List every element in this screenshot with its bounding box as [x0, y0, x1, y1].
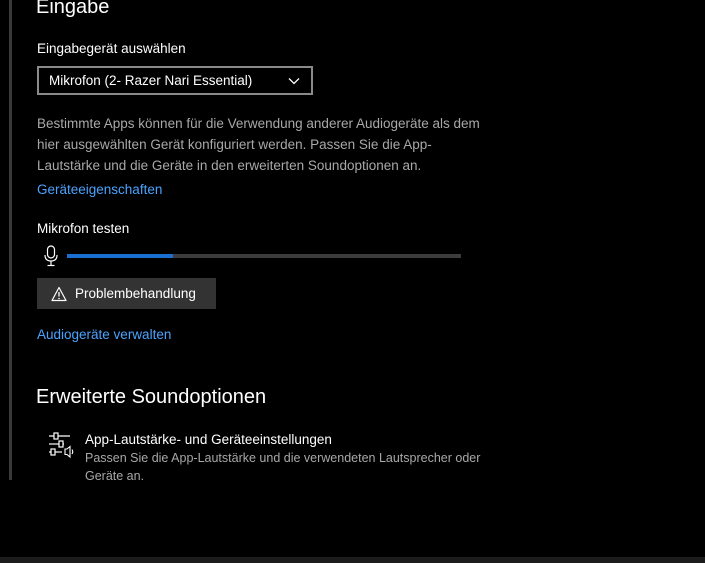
microphone-icon: [44, 245, 58, 267]
input-device-dropdown[interactable]: Mikrofon (2- Razer Nari Essential): [37, 66, 313, 95]
app-volume-title: App-Lautstärke- und Geräteeinstellungen: [85, 432, 332, 447]
troubleshoot-label: Problembehandlung: [75, 286, 196, 301]
app-volume-description: Passen Sie die App-Lautstärke und die ve…: [85, 451, 481, 483]
mixer-icon: [49, 432, 74, 458]
chevron-down-icon: [288, 78, 300, 85]
input-section-heading: Eingabe: [36, 0, 110, 18]
mic-test-label: Mikrofon testen: [37, 221, 130, 236]
warning-icon: [51, 286, 67, 301]
device-select-label: Eingabegerät auswählen: [37, 41, 186, 56]
troubleshoot-button[interactable]: Problembehandlung: [37, 278, 216, 309]
device-properties-link[interactable]: Geräteeigenschaften: [37, 182, 162, 197]
mic-level-meter: [67, 254, 461, 258]
mic-level-fill: [67, 254, 174, 258]
manage-audio-devices-link[interactable]: Audiogeräte verwalten: [37, 327, 171, 342]
advanced-section-heading: Erweiterte Soundoptionen: [36, 386, 267, 408]
sound-settings-window: Eingabe Eingabegerät auswählen Mikrofon …: [0, 0, 705, 563]
input-device-value: Mikrofon (2- Razer Nari Essential): [49, 73, 253, 88]
bottom-edge: [0, 557, 705, 563]
input-description: Bestimmte Apps können für die Verwendung…: [37, 116, 480, 173]
scrollbar[interactable]: [9, 0, 12, 480]
app-volume-settings-item[interactable]: App-Lautstärke- und Geräteeinstellungen …: [48, 430, 488, 490]
